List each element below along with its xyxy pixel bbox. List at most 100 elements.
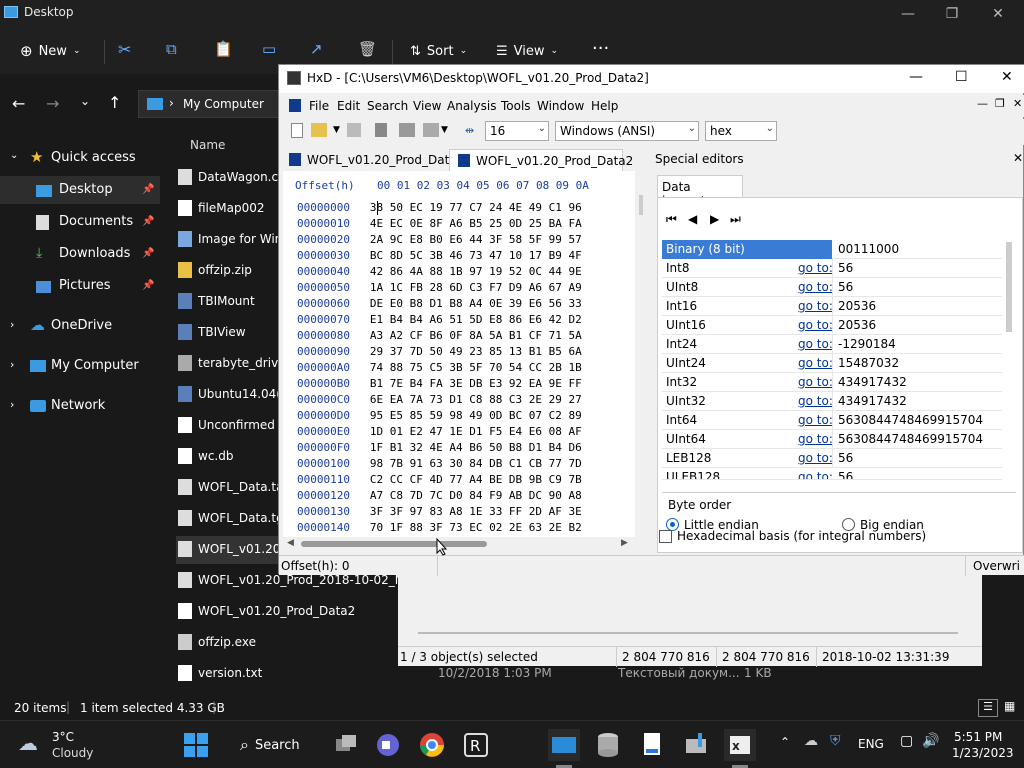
rapp-icon[interactable]: R xyxy=(460,729,492,761)
next-icon[interactable]: ▶ xyxy=(710,212,719,226)
chevron-down-icon[interactable]: ▼ xyxy=(333,125,340,135)
network-tray-icon[interactable]: ▢ xyxy=(900,733,913,749)
row-bytes[interactable]: 4E EC 0E 8F A6 B5 25 0D 25 BA FA xyxy=(370,217,582,230)
row-bytes[interactable]: DE E0 B8 D1 B8 A4 0E 39 E6 56 33 xyxy=(370,297,582,310)
row-bytes[interactable]: 1A 1C FB 28 6D C3 F7 D9 A6 67 A9 xyxy=(370,281,582,294)
field-value[interactable]: 56 xyxy=(838,261,853,275)
tool-icon[interactable] xyxy=(399,123,415,137)
goto-link[interactable]: go to: xyxy=(798,280,833,294)
table-row[interactable]: 00000060 DE E0 B8 D1 B8 A4 0E 39 E6 56 3… xyxy=(297,297,582,312)
table-row[interactable]: 00000050 1A 1C FB 28 6D C3 F7 D9 A6 67 A… xyxy=(297,281,582,296)
close-icon[interactable]: ✕ xyxy=(1013,151,1023,165)
tab-data2[interactable]: WOFL_v01.20_Prod_Data2 xyxy=(449,149,633,171)
row-bytes[interactable]: 42 86 4A 88 1B 97 19 52 0C 44 9E xyxy=(370,265,582,278)
field-value[interactable]: 434917432 xyxy=(838,394,907,408)
row-bytes[interactable]: 1F B1 32 4E A4 B6 50 B8 D1 B4 D6 xyxy=(370,441,582,454)
table-row[interactable]: UInt24 go to: 15487032 xyxy=(662,354,1002,373)
tool-icon[interactable] xyxy=(375,123,387,137)
row-bytes[interactable]: 1D 01 E2 47 1E D1 F5 E4 E6 08 AF xyxy=(370,425,582,438)
restore-icon[interactable]: ❐ xyxy=(944,6,960,22)
cloud-sync-icon[interactable]: ☁ xyxy=(804,733,818,749)
field-value[interactable]: 56 xyxy=(838,451,853,465)
goto-link[interactable]: go to: xyxy=(798,451,833,465)
horizontal-scrollbar[interactable]: ◀ ▶ xyxy=(283,537,633,551)
tiles-view-icon[interactable]: ▦ xyxy=(1004,699,1015,713)
field-value[interactable]: 434917432 xyxy=(838,375,907,389)
first-record-icon[interactable]: ⏮ xyxy=(666,212,677,227)
goto-link[interactable]: go to: xyxy=(798,318,833,332)
goto-link[interactable]: go to: xyxy=(798,261,833,275)
weather-temp[interactable]: 3°C xyxy=(52,730,74,744)
cut-icon[interactable]: ✂ xyxy=(118,40,131,59)
previous-icon[interactable]: ◀ xyxy=(688,212,697,226)
search-button[interactable]: ⌕ Search xyxy=(226,729,316,761)
table-row[interactable]: UInt16 go to: 20536 xyxy=(662,316,1002,335)
tab-data-inspector[interactable]: Data inspector xyxy=(657,175,743,208)
row-bytes[interactable]: E1 B4 B4 A6 51 5D E8 86 E6 42 D2 xyxy=(370,313,582,326)
minimize-icon[interactable]: — xyxy=(900,6,916,22)
task-view-icon[interactable] xyxy=(330,729,362,761)
table-row[interactable]: UInt64 go to: 5630844748469915704 xyxy=(662,430,1002,449)
base-select[interactable]: hex ⌄ xyxy=(705,121,777,141)
table-row[interactable]: 00000100 98 7B 91 63 30 84 DB C1 CB 77 7… xyxy=(297,457,582,472)
field-value[interactable]: -1290184 xyxy=(838,337,896,351)
field-value[interactable]: 00111000 xyxy=(838,242,899,256)
recent-chevron-icon[interactable]: ⌄ xyxy=(80,94,90,108)
hex-editor-area[interactable]: Offset(h) 00 01 02 03 04 05 06 07 08 09 … xyxy=(283,171,643,537)
sort-button[interactable]: ⇅ Sort ⌄ xyxy=(410,40,467,62)
row-bytes[interactable]: C2 CC CF 4D 77 A4 BE DB 9B C9 7B xyxy=(370,473,582,486)
goto-link[interactable]: go to: xyxy=(798,413,833,427)
table-row[interactable]: 00000130 3F 3F 97 83 A8 1E 33 FF 2D AF 3… xyxy=(297,505,582,520)
chevron-right-icon[interactable]: › xyxy=(10,358,14,371)
scroll-right-icon[interactable]: ▶ xyxy=(621,538,628,548)
save-icon[interactable] xyxy=(347,123,361,137)
field-value[interactable]: 5630844748469915704 xyxy=(838,432,983,446)
view-button[interactable]: ☰ View ⌄ xyxy=(496,40,558,62)
mdi-minimize-icon[interactable]: — xyxy=(977,97,988,110)
chevron-down-icon[interactable]: ⌄ xyxy=(10,150,18,161)
goto-link[interactable]: go to: xyxy=(798,337,833,351)
forward-arrow-icon[interactable]: → xyxy=(46,94,59,113)
table-row[interactable]: 00000020 2A 9C E8 B0 E6 44 3F 58 5F 99 5… xyxy=(297,233,582,248)
clock-date[interactable]: 1/23/2023 xyxy=(952,746,1014,760)
row-bytes[interactable]: 3F 3F 97 83 A8 1E 33 FF 2D AF 3E xyxy=(370,505,582,518)
field-value[interactable]: 20536 xyxy=(838,299,876,313)
delete-icon[interactable]: 🗑 xyxy=(358,40,377,58)
volume-icon[interactable]: 🔊 xyxy=(922,733,939,749)
table-row[interactable]: Int32 go to: 434917432 xyxy=(662,373,1002,392)
row-bytes[interactable]: A7 C8 7D 7C D0 84 F9 AB DC 90 A8 xyxy=(370,489,582,502)
new-file-icon[interactable] xyxy=(291,123,303,138)
menu-help[interactable]: Help xyxy=(591,99,618,113)
goto-link[interactable]: go to: xyxy=(798,356,833,370)
row-bytes[interactable]: 29 37 7D 50 49 23 85 13 B1 B5 6A xyxy=(370,345,582,358)
table-row[interactable]: 000000E0 1D 01 E2 47 1E D1 F5 E4 E6 08 A… xyxy=(297,425,582,440)
menu-edit[interactable]: Edit xyxy=(337,99,360,113)
table-row[interactable]: Int24 go to: -1290184 xyxy=(662,335,1002,354)
last-record-icon[interactable]: ⏭ xyxy=(730,212,741,227)
more-options-icon[interactable]: ··· xyxy=(592,38,609,59)
table-row[interactable]: 000000A0 74 88 75 C5 3B 5F 70 54 CC 2B 1… xyxy=(297,361,582,376)
hex-basis-option[interactable]: Hexadecimal basis (for integral numbers) xyxy=(659,529,1019,547)
nav-quick-access[interactable]: ⌄ ★ Quick access xyxy=(0,144,160,172)
goto-link[interactable]: go to: xyxy=(798,470,833,479)
mdi-restore-icon[interactable]: ❐ xyxy=(995,97,1005,110)
close-icon[interactable]: ✕ xyxy=(1001,69,1013,85)
details-view-icon[interactable]: ☰ xyxy=(978,699,998,717)
nav-pictures[interactable]: Pictures 📌 xyxy=(0,272,160,300)
checkbox-unchecked-icon[interactable] xyxy=(659,530,672,543)
table-row[interactable]: ULEB128 go to: 56 xyxy=(662,468,1002,480)
address-bar[interactable]: › My Computer › xyxy=(138,90,290,118)
copy-icon[interactable]: ⧉ xyxy=(166,40,177,58)
nav-desktop[interactable]: Desktop 📌 xyxy=(0,176,160,204)
hxd-taskbar-icon[interactable]: x xyxy=(724,729,756,761)
share-icon[interactable]: ↗ xyxy=(310,40,323,58)
table-row[interactable]: UInt32 go to: 434917432 xyxy=(662,392,1002,411)
field-value[interactable]: 20536 xyxy=(838,318,876,332)
tool-icon[interactable] xyxy=(423,123,439,137)
encoding-select[interactable]: Windows (ANSI) ⌄ xyxy=(555,121,699,141)
tools-app-icon[interactable] xyxy=(680,729,712,761)
weather-desc[interactable]: Cloudy xyxy=(52,746,93,760)
table-row[interactable]: 00000110 C2 CC CF 4D 77 A4 BE DB 9B C9 7… xyxy=(297,473,582,488)
row-bytes[interactable]: A3 A2 CF B6 0F 8A 5A B1 CF 71 5A xyxy=(370,329,582,342)
table-row[interactable]: Binary (8 bit) 00111000 xyxy=(662,240,1002,259)
